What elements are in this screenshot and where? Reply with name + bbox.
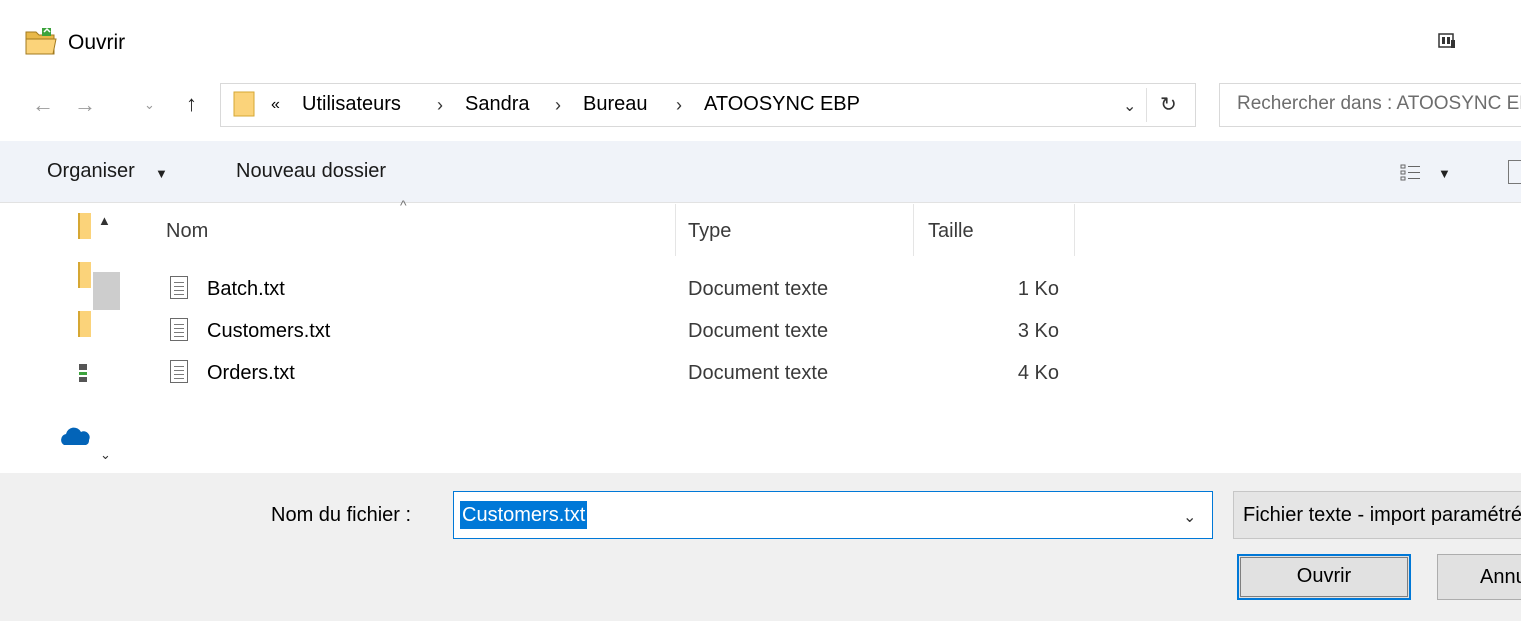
preview-pane-icon[interactable] bbox=[1508, 160, 1521, 184]
up-arrow-icon[interactable]: ↑ bbox=[186, 91, 197, 117]
column-divider[interactable] bbox=[675, 204, 676, 256]
open-folder-icon bbox=[25, 27, 57, 55]
window-layout-icon[interactable] bbox=[1436, 30, 1458, 52]
folder-icon[interactable] bbox=[78, 262, 91, 288]
search-placeholder: Rechercher dans : ATOOSYNC EBP bbox=[1237, 93, 1521, 114]
file-type: Document texte bbox=[688, 362, 829, 384]
scroll-up-icon[interactable]: ▲ bbox=[98, 213, 111, 228]
scrollbar-thumb[interactable] bbox=[93, 272, 120, 310]
column-divider[interactable] bbox=[913, 204, 914, 256]
back-arrow-icon[interactable]: ← bbox=[32, 92, 54, 118]
text-document-icon bbox=[170, 276, 188, 299]
folder-icon[interactable] bbox=[78, 213, 91, 239]
onedrive-cloud-icon[interactable] bbox=[58, 427, 92, 447]
list-item[interactable]: Customers.txt Document texte 3 Ko bbox=[160, 310, 1080, 352]
crumb-separator[interactable]: › bbox=[437, 95, 443, 116]
address-overflow[interactable]: « bbox=[271, 96, 280, 114]
column-header-type[interactable]: Type bbox=[688, 220, 731, 243]
title-bar bbox=[0, 0, 1521, 80]
caret-down-icon[interactable]: ▼ bbox=[155, 166, 168, 181]
address-divider bbox=[1146, 88, 1147, 122]
network-drive-icon[interactable] bbox=[76, 362, 90, 384]
cancel-button-label[interactable]: Annuler bbox=[1480, 566, 1521, 589]
column-divider[interactable] bbox=[1074, 204, 1075, 256]
crumb-bureau[interactable]: Bureau bbox=[583, 93, 648, 116]
list-item[interactable]: Orders.txt Document texte 4 Ko bbox=[160, 352, 1080, 394]
file-size: 3 Ko bbox=[1017, 320, 1059, 342]
file-size: 1 Ko bbox=[1017, 278, 1059, 300]
folder-icon bbox=[233, 91, 255, 117]
sort-ascending-icon: ^ bbox=[400, 197, 407, 213]
column-header-name[interactable]: Nom bbox=[166, 220, 208, 243]
file-type-filter-value[interactable]: Fichier texte - import paramétré bbox=[1243, 504, 1521, 527]
crumb-sandra[interactable]: Sandra bbox=[465, 93, 530, 116]
chevron-down-icon[interactable]: ⌄ bbox=[144, 97, 155, 113]
scroll-down-icon[interactable]: ⌄ bbox=[100, 447, 111, 463]
file-name: Batch.txt bbox=[207, 278, 285, 300]
crumb-separator[interactable]: › bbox=[676, 95, 682, 116]
file-size: 4 Ko bbox=[1017, 362, 1059, 384]
list-item[interactable]: Batch.txt Document texte 1 Ko bbox=[160, 268, 1080, 310]
address-history-chevron-icon[interactable]: ⌄ bbox=[1123, 96, 1136, 116]
filename-value[interactable]: Customers.txt bbox=[460, 501, 588, 529]
view-caret-down-icon[interactable]: ▼ bbox=[1438, 166, 1451, 181]
file-name: Orders.txt bbox=[207, 362, 295, 384]
text-document-icon bbox=[170, 318, 188, 341]
column-header-size[interactable]: Taille bbox=[928, 220, 974, 243]
new-folder-button[interactable]: Nouveau dossier bbox=[236, 160, 386, 183]
file-name: Customers.txt bbox=[207, 320, 331, 342]
organize-button[interactable]: Organiser bbox=[47, 160, 135, 183]
file-type: Document texte bbox=[688, 278, 829, 300]
forward-arrow-icon[interactable]: → bbox=[74, 92, 96, 118]
crumb-utilisateurs[interactable]: Utilisateurs bbox=[302, 93, 401, 116]
open-button-label[interactable]: Ouvrir bbox=[1237, 554, 1411, 600]
crumb-atoosync-ebp[interactable]: ATOOSYNC EBP bbox=[704, 93, 860, 116]
view-details-icon[interactable] bbox=[1400, 162, 1422, 182]
file-type: Document texte bbox=[688, 320, 829, 342]
text-document-icon bbox=[170, 360, 188, 383]
filename-label: Nom du fichier : bbox=[271, 504, 412, 526]
window-title: Ouvrir bbox=[68, 31, 126, 54]
command-toolbar bbox=[0, 141, 1521, 203]
filename-chevron-down-icon[interactable]: ⌄ bbox=[1183, 507, 1196, 527]
folder-icon[interactable] bbox=[78, 311, 91, 337]
crumb-separator[interactable]: › bbox=[555, 95, 561, 116]
refresh-icon[interactable]: ↻ bbox=[1160, 92, 1177, 117]
